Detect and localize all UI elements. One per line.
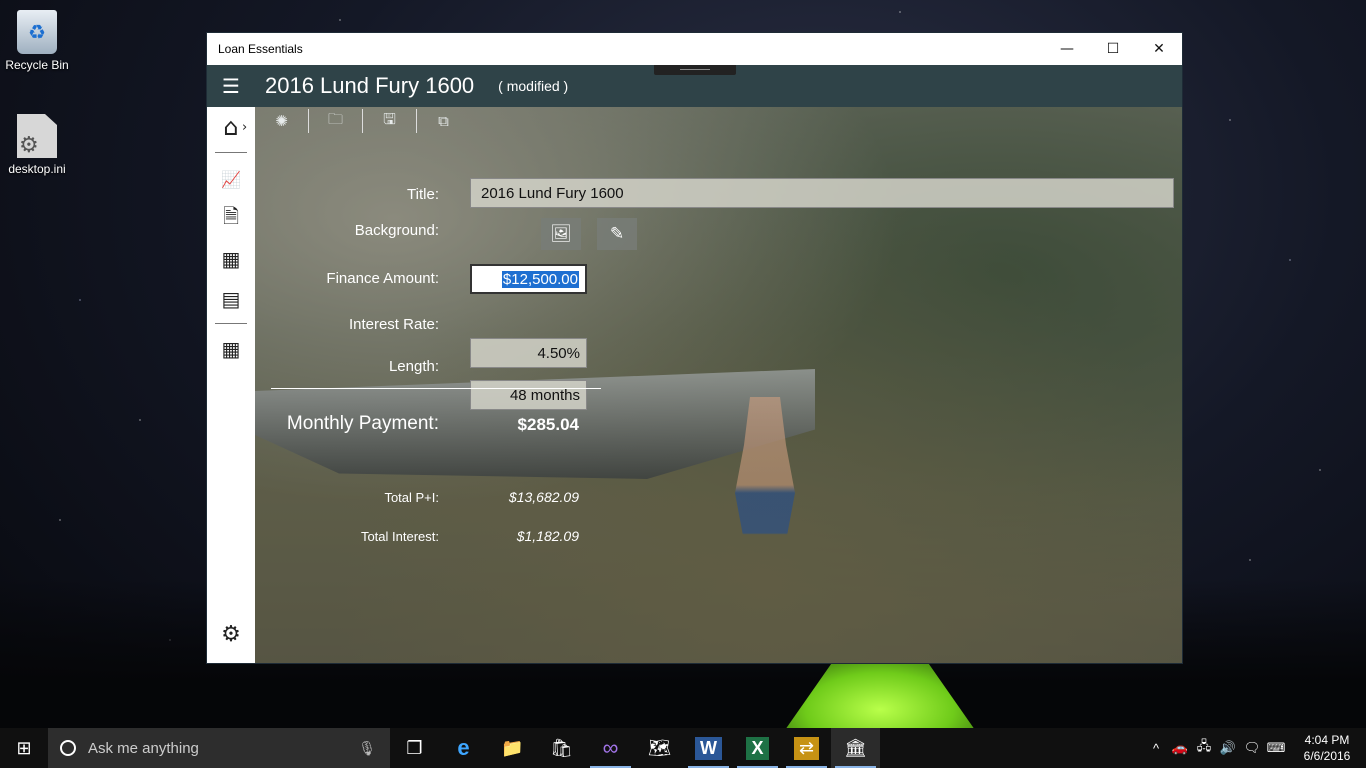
- search-doc-icon: 🗎: [222, 204, 240, 228]
- recycle-bin-desktop-icon[interactable]: Recycle Bin: [1, 10, 73, 72]
- interest-rate-input[interactable]: 4.50%: [470, 338, 587, 368]
- store-icon[interactable]: 🛍: [537, 728, 586, 768]
- schedule-icon: ▤: [221, 287, 241, 311]
- recycle-bin-label: Recycle Bin: [5, 58, 69, 72]
- maximize-button[interactable]: ☐: [1090, 33, 1136, 65]
- interest-rate-label: Interest Rate:: [348, 316, 439, 333]
- file-explorer-icon[interactable]: 📁: [488, 728, 537, 768]
- app-window: Loan Essentials — ☐ ✕ ☰ 2016 Lund Fury 1…: [206, 32, 1183, 664]
- title-label: Title:: [407, 186, 439, 203]
- volume-icon[interactable]: 🔊: [1216, 740, 1240, 756]
- minimize-button[interactable]: —: [1044, 33, 1090, 65]
- total-pi-label: Total P+I:: [384, 490, 439, 505]
- settings-gear-icon[interactable]: ⚙: [207, 622, 255, 647]
- background-image-button[interactable]: 🖼: [541, 218, 581, 250]
- chart-icon: 📈: [221, 169, 241, 189]
- length-value: 48 months: [509, 386, 580, 404]
- desktop-ini-desktop-icon[interactable]: desktop.ini: [1, 114, 73, 176]
- clock-date: 6/6/2016: [1303, 749, 1351, 763]
- drag-grip-handle[interactable]: [654, 65, 736, 75]
- finance-amount-value: $12,500.00: [501, 270, 579, 288]
- task-view-icon[interactable]: ❐: [390, 728, 439, 768]
- interest-rate-value: 4.50%: [537, 344, 580, 362]
- nav-item-search-doc[interactable]: 🗎: [207, 201, 255, 237]
- settings-file-icon: [17, 114, 57, 158]
- word-icon[interactable]: W: [684, 728, 733, 768]
- microphone-icon[interactable]: 🎙: [358, 740, 376, 757]
- calendar-icon: ▦: [221, 247, 241, 271]
- network-icon[interactable]: 🖧: [1192, 737, 1216, 759]
- search-box[interactable]: Ask me anything 🎙: [48, 728, 390, 768]
- monthly-payment-value: $285.04: [517, 415, 579, 434]
- tray-app-icon[interactable]: 🚗: [1168, 740, 1192, 756]
- edge-icon[interactable]: e: [439, 728, 488, 768]
- chevron-right-icon: ›: [242, 119, 248, 135]
- close-button[interactable]: ✕: [1136, 33, 1182, 65]
- monthly-payment-label: Monthly Payment:: [286, 413, 439, 434]
- document-title: 2016 Lund Fury 1600: [265, 73, 475, 98]
- background-color-button[interactable]: ✎: [597, 218, 637, 250]
- action-center-icon[interactable]: 🗨: [1240, 740, 1264, 756]
- home-icon: ⌂: [223, 113, 239, 141]
- start-button[interactable]: ⊞: [0, 728, 48, 768]
- excel-glyph: X: [746, 736, 769, 760]
- total-pi-value: $13,682.09: [508, 489, 579, 505]
- cortana-icon: [60, 740, 76, 756]
- brush-icon: ✎: [609, 224, 625, 243]
- nav-separator: [215, 323, 247, 324]
- title-bar[interactable]: Loan Essentials — ☐ ✕: [207, 33, 1182, 65]
- title-input[interactable]: 2016 Lund Fury 1600: [470, 178, 1174, 208]
- app-icon[interactable]: ⇄: [782, 728, 831, 768]
- finance-amount-label: Finance Amount:: [326, 270, 439, 287]
- excel-icon[interactable]: X: [733, 728, 782, 768]
- nav-pane: ⌂ › 📈 🗎 ▦ ▤ ▦ ⚙: [207, 107, 255, 663]
- hamburger-menu-icon[interactable]: ☰: [207, 74, 255, 98]
- loan-content-area: ✺ 🗀 🖫 ⧉ Title: 2016 Lund Fury 1600 Backg…: [255, 107, 1182, 663]
- app-header: ☰ 2016 Lund Fury 1600 ( modified ): [207, 65, 1182, 107]
- loan-essentials-icon[interactable]: 🏛: [831, 728, 880, 768]
- app-glyph: ⇄: [793, 736, 820, 760]
- visual-studio-icon[interactable]: ∞: [586, 728, 635, 768]
- app-title: Loan Essentials: [218, 42, 303, 56]
- nav-item-calculator[interactable]: ▦: [207, 331, 255, 367]
- nav-separator: [215, 152, 247, 153]
- system-tray: ^ 🚗 🖧 🔊 🗨 ⌨ 4:04 PM 6/6/2016: [1144, 728, 1366, 768]
- finance-amount-input[interactable]: $12,500.00: [470, 264, 587, 294]
- keyboard-icon[interactable]: ⌨: [1264, 740, 1288, 756]
- loan-form: Title: 2016 Lund Fury 1600 Background: 🖼…: [255, 107, 1182, 663]
- desktop-ini-label: desktop.ini: [8, 162, 66, 176]
- search-placeholder: Ask me anything: [88, 739, 199, 757]
- recycle-bin-icon: [17, 10, 57, 54]
- clock[interactable]: 4:04 PM 6/6/2016: [1288, 732, 1366, 764]
- taskbar: ⊞ Ask me anything 🎙 ❐ e 📁 🛍 ∞ 🗺 W X ⇄ 🏛 …: [0, 728, 1366, 768]
- nav-item-chart[interactable]: 📈: [207, 161, 255, 197]
- maps-icon[interactable]: 🗺: [635, 728, 684, 768]
- nav-item-schedule[interactable]: ▤: [207, 281, 255, 317]
- calculator-icon: ▦: [221, 337, 241, 361]
- nav-item-home[interactable]: ⌂ ›: [207, 109, 255, 145]
- total-interest-label: Total Interest:: [360, 529, 439, 544]
- modified-status: ( modified ): [498, 78, 569, 94]
- total-interest-value: $1,182.09: [516, 528, 579, 544]
- background-label: Background:: [354, 222, 439, 239]
- clock-time: 4:04 PM: [1304, 733, 1350, 747]
- length-label: Length:: [388, 358, 439, 375]
- results-divider: [271, 388, 601, 389]
- word-glyph: W: [695, 736, 722, 760]
- nav-item-calendar[interactable]: ▦: [207, 241, 255, 277]
- chevron-up-icon[interactable]: ^: [1144, 741, 1168, 756]
- length-input[interactable]: 48 months: [470, 380, 587, 410]
- title-input-value: 2016 Lund Fury 1600: [481, 184, 624, 202]
- image-icon: 🖼: [550, 224, 572, 243]
